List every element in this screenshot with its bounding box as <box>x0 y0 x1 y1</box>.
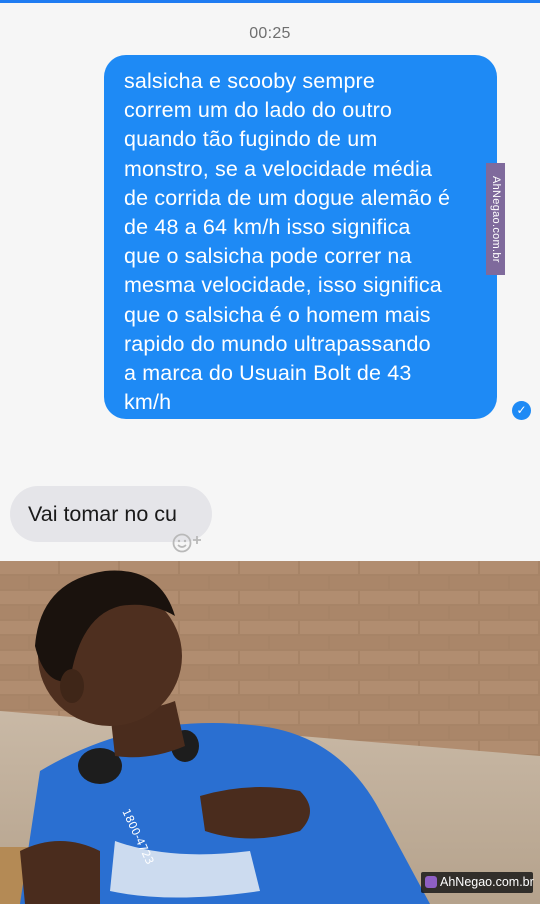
chat-thread[interactable]: 00:25 salsicha e scooby sempre correm um… <box>0 3 540 561</box>
reaction-photo: 1800-4723 <box>0 561 540 904</box>
check-circle-icon: ✓ <box>512 401 531 420</box>
message-timestamp: 00:25 <box>249 25 291 42</box>
outgoing-message-bubble[interactable]: salsicha e scooby sempre correm um do la… <box>104 55 497 419</box>
bottom-watermark-text: AhNegao.com.br <box>440 875 534 889</box>
smiley-add-icon[interactable] <box>170 531 210 553</box>
bottom-watermark: AhNegao.com.br <box>421 872 534 893</box>
ahnegao-logo-icon <box>425 876 437 888</box>
side-watermark: AhNegao.com.br <box>486 163 505 275</box>
